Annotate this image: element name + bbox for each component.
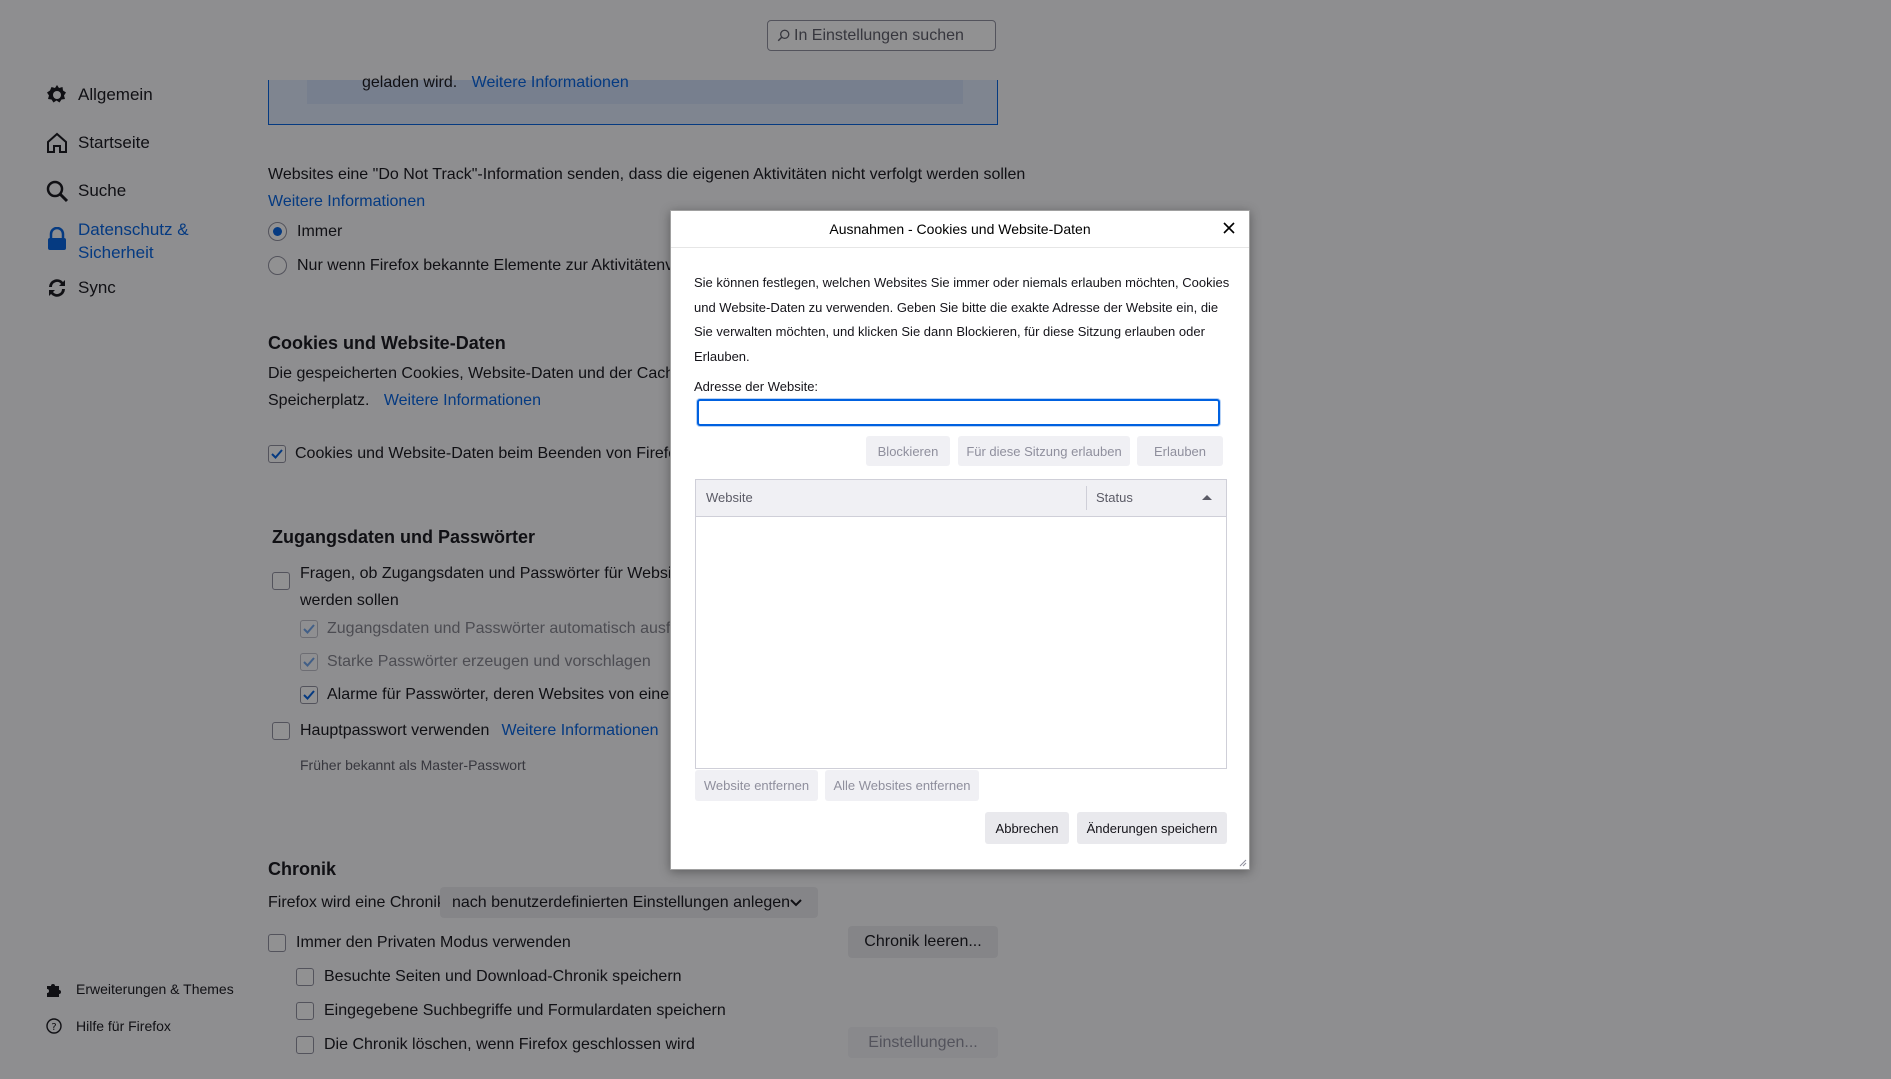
cancel-button[interactable]: Abbrechen <box>985 812 1069 844</box>
block-button[interactable]: Blockieren <box>866 436 950 466</box>
sites-table[interactable]: Website Status <box>695 479 1227 769</box>
column-status[interactable]: Status <box>1096 490 1133 505</box>
column-separator <box>1086 486 1087 510</box>
address-label: Adresse der Website: <box>694 379 819 394</box>
save-changes-button[interactable]: Änderungen speichern <box>1077 812 1227 844</box>
remove-website-button[interactable]: Website entfernen <box>695 770 818 801</box>
dialog-description: Sie können festlegen, welchen Websites S… <box>694 275 1230 364</box>
address-input[interactable] <box>697 399 1220 426</box>
dialog-title: Ausnahmen - Cookies und Website-Daten <box>671 211 1249 248</box>
sort-ascending-icon[interactable] <box>1202 494 1212 500</box>
allow-session-button[interactable]: Für diese Sitzung erlauben <box>958 436 1130 466</box>
remove-all-websites-button[interactable]: Alle Websites entfernen <box>825 770 979 801</box>
exceptions-dialog: Ausnahmen - Cookies und Website-Daten Si… <box>670 210 1250 870</box>
table-header: Website Status <box>696 480 1226 517</box>
column-website[interactable]: Website <box>706 490 753 505</box>
allow-button[interactable]: Erlauben <box>1137 436 1223 466</box>
close-icon[interactable] <box>1221 220 1237 236</box>
resize-grip-icon[interactable] <box>1237 857 1247 867</box>
